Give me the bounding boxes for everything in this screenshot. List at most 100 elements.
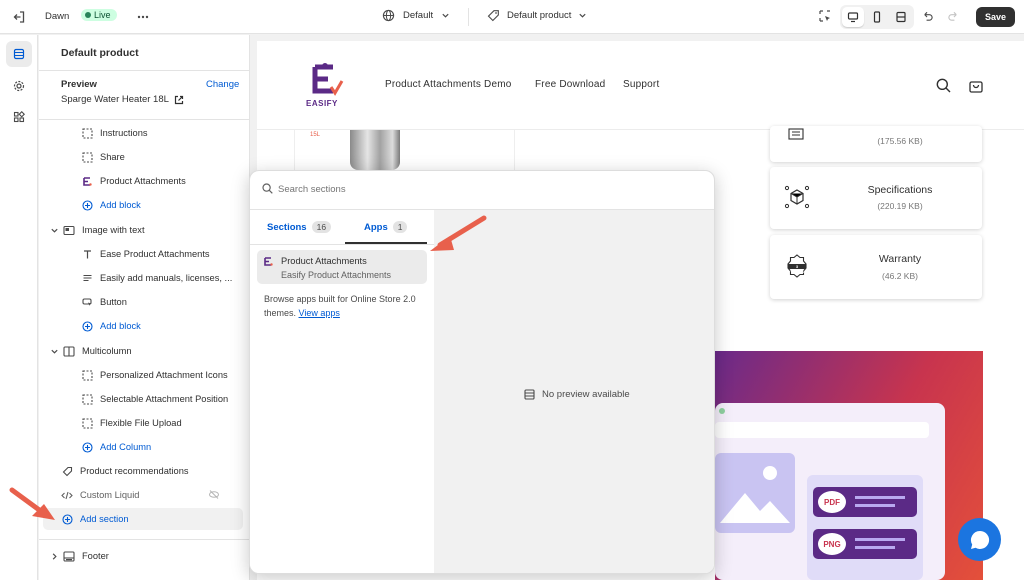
block-dashed-icon [81, 417, 93, 429]
save-button[interactable]: Save [976, 7, 1016, 27]
browser-mockup: PDF PNG [715, 403, 945, 580]
mockup-dot [719, 408, 725, 414]
gear-icon[interactable] [6, 73, 32, 99]
tab-sections[interactable]: Sections 16 [267, 221, 332, 233]
warranty-icon: 3 YEARS [785, 254, 809, 278]
template-selector[interactable]: Default product [487, 9, 587, 22]
add-column-label: Add Column [100, 442, 152, 452]
add-block-label: Add block [100, 321, 141, 331]
undo-icon[interactable] [921, 10, 934, 23]
section-item-product-recommendations[interactable]: Product recommendations [39, 460, 250, 482]
card-title: Warranty [878, 253, 922, 265]
exit-icon[interactable] [12, 10, 26, 24]
save-button-label: Save [976, 7, 1016, 27]
divider [39, 539, 250, 540]
app-item-title: Product Attachments [281, 256, 367, 266]
more-actions-icon[interactable] [136, 10, 150, 24]
mobile-icon[interactable] [866, 7, 888, 27]
tab-count: 16 [311, 221, 332, 233]
annotation-arrow-icon [430, 215, 487, 251]
chat-button[interactable] [958, 518, 1001, 561]
block-label: Button [100, 297, 127, 307]
inspector-icon[interactable] [818, 9, 832, 23]
sections-panel: Default product Preview Change Sparge Wa… [39, 35, 250, 580]
hidden-eye-icon[interactable] [208, 489, 220, 500]
block-item[interactable]: Personalized Attachment Icons [39, 364, 250, 386]
png-label: PNG [818, 533, 846, 555]
store-header: EASIFY Product Attachments Demo Free Dow… [257, 41, 1024, 130]
card-size: (220.19 KB) [877, 201, 923, 211]
block-item[interactable]: Flexible File Upload [39, 412, 250, 434]
block-item[interactable]: Easily add manuals, licenses, ... [39, 267, 250, 289]
add-block-button[interactable]: Add block [39, 315, 250, 337]
product-size-label: 15L [310, 132, 321, 138]
button-pointer-icon [81, 296, 93, 308]
block-dashed-icon [81, 393, 93, 405]
preview-product[interactable]: Sparge Water Heater 18L [61, 94, 184, 105]
apps-icon[interactable] [6, 104, 32, 130]
full-width-icon[interactable] [890, 7, 912, 27]
block-item[interactable]: Selectable Attachment Position [39, 388, 250, 410]
block-item[interactable]: Ease Product Attachments [39, 243, 250, 265]
section-item-footer[interactable]: Footer [39, 545, 250, 567]
app-item-product-attachments[interactable]: Product Attachments Easify Product Attac… [257, 250, 427, 284]
product-image [350, 130, 400, 170]
tab-apps[interactable]: Apps 1 [364, 221, 408, 233]
chevron-down-icon[interactable] [49, 225, 59, 235]
redo-icon[interactable] [947, 10, 960, 23]
cart-icon[interactable] [969, 78, 983, 93]
add-column-button[interactable]: Add Column [39, 436, 250, 458]
no-preview-message: No preview available [524, 389, 630, 400]
change-link[interactable]: Change [206, 79, 239, 90]
block-item[interactable]: Button [39, 291, 250, 313]
chevron-down-icon[interactable] [49, 346, 59, 356]
mockup-image [715, 453, 795, 533]
block-label: Share [100, 152, 125, 162]
tab-count: 1 [392, 221, 408, 233]
store-logo[interactable]: EASIFY [305, 63, 345, 111]
add-block-label: Add block [100, 200, 141, 210]
nav-link[interactable]: Support [623, 79, 659, 90]
globe-icon [382, 9, 395, 22]
desktop-icon[interactable] [842, 7, 864, 27]
easify-logo-icon [312, 63, 344, 96]
theme-selector[interactable]: Default [382, 9, 450, 22]
view-apps-link[interactable]: View apps [299, 308, 340, 318]
chat-icon [970, 530, 989, 549]
nav-link[interactable]: Free Download [535, 79, 605, 90]
mockup-file-list: PDF PNG [807, 475, 923, 580]
block-label: Personalized Attachment Icons [100, 370, 228, 380]
section-label: Footer [82, 551, 109, 561]
block-label: Selectable Attachment Position [100, 394, 229, 404]
block-dashed-icon [81, 369, 93, 381]
section-item-custom-liquid[interactable]: Custom Liquid [39, 484, 250, 506]
theme-selector-label: Default [403, 10, 434, 21]
attachment-card[interactable]: 3 YEARS Warranty (46.2 KB) [770, 235, 982, 299]
search-icon [262, 183, 273, 194]
block-dashed-icon [81, 151, 93, 163]
search-icon[interactable] [936, 78, 951, 93]
attachment-card[interactable]: (175.56 KB) [770, 126, 982, 162]
divider [468, 8, 469, 26]
divider [39, 119, 250, 120]
add-block-button[interactable]: Add block [39, 194, 250, 216]
block-item[interactable]: Share [39, 146, 250, 168]
add-section-button[interactable]: Add section [43, 508, 243, 530]
chevron-right-icon[interactable] [49, 551, 59, 561]
sections-icon[interactable] [6, 41, 32, 67]
warranty-icon-text: 3 YEARS [790, 264, 804, 274]
block-item[interactable]: Product Attachments [39, 170, 250, 192]
attachment-card[interactable]: Specifications (220.19 KB) [770, 167, 982, 229]
section-item-multicolumn[interactable]: Multicolumn [39, 340, 250, 362]
nav-link[interactable]: Product Attachments Demo [385, 79, 512, 90]
chevron-down-icon [579, 13, 587, 18]
panel-title: Default product [61, 47, 139, 59]
search-input[interactable] [278, 179, 698, 199]
section-label: Custom Liquid [80, 490, 140, 500]
block-item[interactable]: Instructions [39, 122, 250, 144]
mockup-urlbar [715, 422, 929, 438]
section-item-image-with-text[interactable]: Image with text [39, 219, 250, 241]
block-label: Product Attachments [100, 176, 186, 186]
divider [250, 244, 434, 245]
file-line [855, 504, 895, 507]
